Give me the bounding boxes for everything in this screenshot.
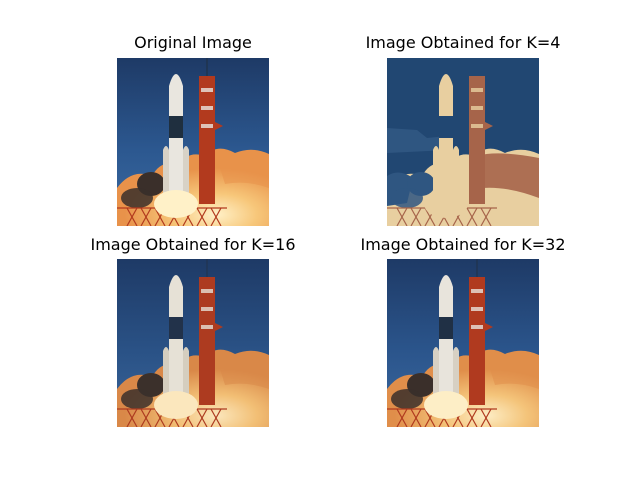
panel-title: Original Image [134, 33, 252, 52]
panel-title: Image Obtained for K=16 [90, 235, 296, 254]
rocket-launch-image [387, 58, 539, 226]
rocket-launch-image [387, 259, 539, 427]
panel-title: Image Obtained for K=32 [360, 235, 566, 254]
rocket-launch-image [117, 58, 269, 226]
figure-canvas: Original Image Image Obtained for K=4 Im… [0, 0, 640, 480]
rocket-launch-image [117, 259, 269, 427]
panel-title: Image Obtained for K=4 [365, 33, 561, 52]
